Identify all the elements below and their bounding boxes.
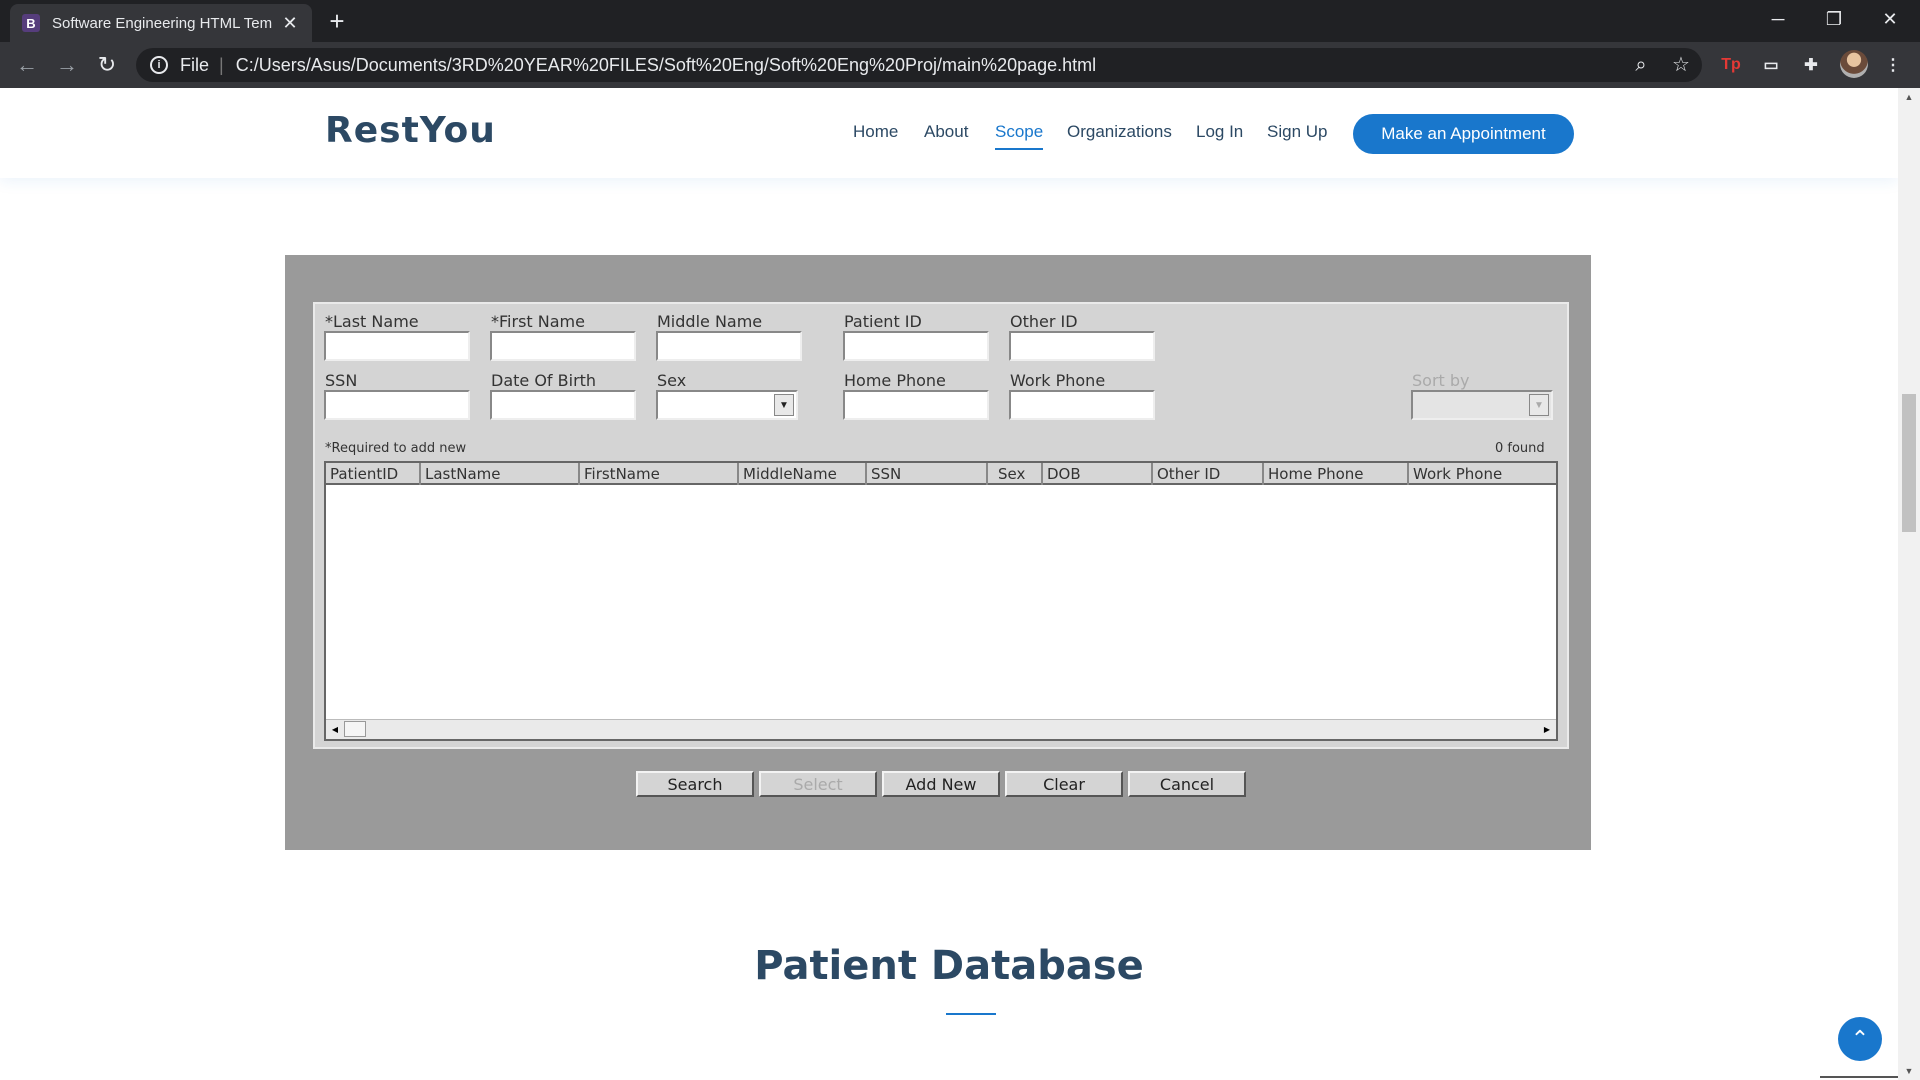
restore-icon[interactable]: ❐ (1806, 0, 1862, 38)
other-id-field[interactable] (1009, 331, 1155, 361)
scroll-thumb[interactable] (344, 721, 366, 737)
nav-sign-up[interactable]: Sign Up (1267, 122, 1327, 142)
sort-by-label: Sort by (1412, 371, 1470, 390)
patient-id-field[interactable] (843, 331, 989, 361)
horizontal-scrollbar[interactable]: ◀ ▶ (326, 719, 1556, 739)
column-header[interactable]: Sex (988, 463, 1043, 485)
browser-tab[interactable]: B Software Engineering HTML Tem ✕ (10, 4, 312, 42)
site-logo[interactable]: RestYou (325, 110, 496, 151)
grid-header: PatientID LastName FirstName MiddleName … (326, 463, 1556, 485)
last-name-field[interactable] (324, 331, 470, 361)
profile-avatar[interactable] (1840, 50, 1868, 78)
tab-title: Software Engineering HTML Tem (52, 14, 272, 32)
column-header[interactable]: DOB (1043, 463, 1153, 485)
nav-organizations[interactable]: Organizations (1067, 122, 1172, 142)
browser-tab-strip: B Software Engineering HTML Tem ✕ + ─ ❐ … (0, 0, 1920, 42)
section-divider (946, 1013, 996, 1015)
url-text: C:/Users/Asus/Documents/3RD%20YEAR%20FIL… (235, 54, 1097, 75)
column-header[interactable]: LastName (421, 463, 580, 485)
home-phone-field[interactable] (843, 390, 989, 420)
back-to-top-button[interactable]: ⌃ (1838, 1017, 1882, 1061)
search-button[interactable]: Search (636, 771, 754, 797)
scroll-down-icon[interactable]: ▼ (1898, 1062, 1920, 1080)
chevron-down-icon: ▼ (774, 394, 794, 416)
web-page: RestYou Home About Scope Organizations L… (0, 88, 1898, 1080)
middle-name-field[interactable] (656, 331, 802, 361)
sort-by-select[interactable]: ▼ (1411, 390, 1553, 420)
scroll-left-icon[interactable]: ◀ (328, 722, 342, 736)
page-scrollbar[interactable]: ▲ ▼ (1898, 88, 1920, 1080)
star-icon[interactable]: ☆ (1666, 50, 1696, 80)
column-header[interactable]: Other ID (1153, 463, 1264, 485)
add-new-button[interactable]: Add New (882, 771, 1000, 797)
column-header[interactable]: FirstName (580, 463, 739, 485)
forward-arrow-icon[interactable]: → (52, 50, 82, 80)
results-grid[interactable]: PatientID LastName FirstName MiddleName … (324, 461, 1558, 741)
clear-button[interactable]: Clear (1005, 771, 1123, 797)
ssn-label: SSN (325, 371, 358, 390)
middle-name-label: Middle Name (657, 312, 763, 331)
scroll-right-icon[interactable]: ▶ (1540, 722, 1554, 736)
new-tab-button[interactable]: + (322, 6, 352, 36)
nav-home[interactable]: Home (853, 122, 898, 142)
last-name-label: *Last Name (325, 312, 419, 331)
puzzle-icon[interactable]: ✚ (1798, 52, 1824, 78)
patient-id-label: Patient ID (844, 312, 922, 331)
column-header[interactable]: PatientID (326, 463, 421, 485)
url-scheme: File (180, 54, 210, 75)
column-header[interactable]: SSN (867, 463, 988, 485)
extension-cast-icon[interactable]: ▭ (1758, 52, 1784, 78)
column-header[interactable]: MiddleName (739, 463, 867, 485)
first-name-field[interactable] (490, 331, 636, 361)
work-phone-label: Work Phone (1010, 371, 1106, 390)
nav-about[interactable]: About (924, 122, 968, 142)
chevron-up-icon: ⌃ (1850, 1026, 1870, 1051)
site-header: RestYou Home About Scope Organizations L… (0, 88, 1898, 178)
chevron-down-icon: ▼ (1529, 394, 1549, 416)
first-name-label: *First Name (491, 312, 585, 331)
cancel-button[interactable]: Cancel (1128, 771, 1246, 797)
browser-toolbar: ← → ↻ i File | C:/Users/Asus/Documents/3… (0, 42, 1920, 88)
work-phone-field[interactable] (1009, 390, 1155, 420)
zoom-icon[interactable]: ⌕ (1626, 50, 1656, 80)
patient-search-form-image: *Last Name *First Name Middle Name Patie… (285, 255, 1591, 850)
back-arrow-icon[interactable]: ← (12, 50, 42, 80)
column-header[interactable]: Work Phone (1409, 463, 1556, 485)
scroll-thumb[interactable] (1902, 394, 1916, 532)
column-header[interactable]: Home Phone (1264, 463, 1409, 485)
nav-scope[interactable]: Scope (995, 122, 1044, 150)
dob-label: Date Of Birth (491, 371, 597, 390)
divider (1820, 1076, 1898, 1078)
nav-log-in[interactable]: Log In (1196, 122, 1243, 142)
sex-select[interactable]: ▼ (656, 390, 798, 420)
info-icon[interactable]: i (150, 56, 168, 74)
menu-dots-icon[interactable]: ⋮ (1880, 52, 1906, 78)
select-button[interactable]: Select (759, 771, 877, 797)
make-appointment-button[interactable]: Make an Appointment (1353, 114, 1574, 154)
close-icon[interactable]: ✕ (280, 13, 300, 34)
minimize-icon[interactable]: ─ (1750, 0, 1806, 38)
home-phone-label: Home Phone (844, 371, 946, 390)
extension-tp-icon[interactable]: Tp (1718, 52, 1744, 78)
found-count: 0 found (1495, 441, 1545, 456)
reload-icon[interactable]: ↻ (92, 50, 122, 80)
sex-label: Sex (657, 371, 687, 390)
url-separator: | (219, 54, 224, 75)
other-id-label: Other ID (1010, 312, 1078, 331)
form-panel: *Last Name *First Name Middle Name Patie… (313, 302, 1569, 749)
ssn-field[interactable] (324, 390, 470, 420)
section-title: Patient Database (754, 943, 1144, 989)
dob-field[interactable] (490, 390, 636, 420)
bootstrap-favicon-icon: B (22, 14, 40, 32)
scroll-up-icon[interactable]: ▲ (1898, 88, 1920, 106)
required-note: *Required to add new (325, 441, 467, 456)
address-bar[interactable]: i File | C:/Users/Asus/Documents/3RD%20Y… (136, 48, 1702, 82)
window-close-icon[interactable]: ✕ (1862, 0, 1918, 38)
